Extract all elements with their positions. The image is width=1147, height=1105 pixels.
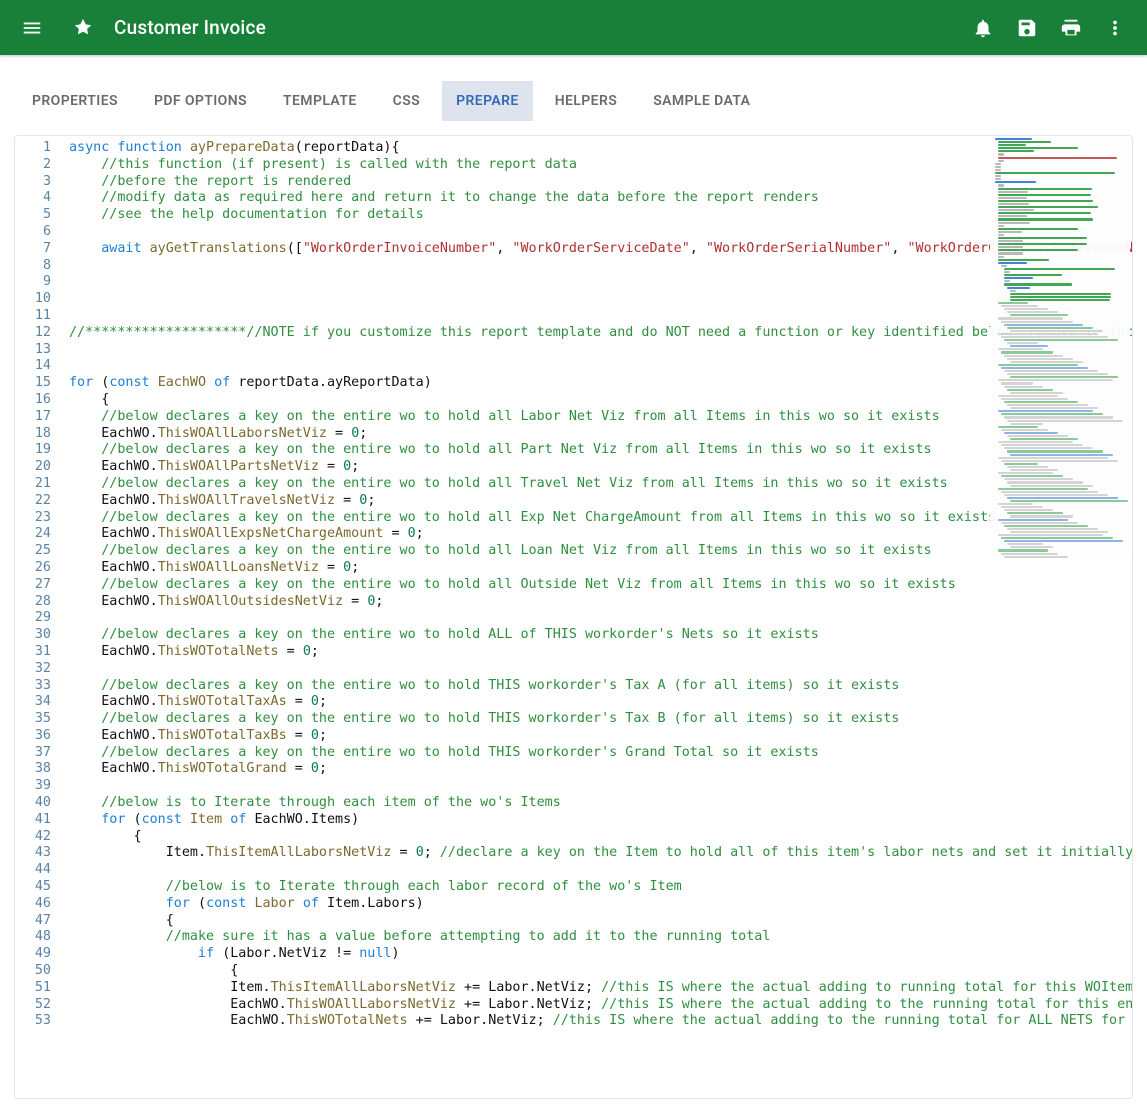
tab-pdfoptions[interactable]: PDF OPTIONS — [140, 81, 261, 121]
code-line: EachWO.ThisWOTotalTaxAs = 0; — [69, 694, 1132, 711]
tab-template[interactable]: TEMPLATE — [269, 81, 371, 121]
code-line: for (const EachWO of reportData.ayReport… — [69, 375, 1132, 392]
code-line — [69, 258, 1132, 275]
code-line: await ayGetTranslations(["WorkOrderInvoi… — [69, 241, 1132, 258]
code-line: //modify data as required here and retur… — [69, 190, 1132, 207]
code-line: EachWO.ThisWOAllOutsidesNetViz = 0; — [69, 594, 1132, 611]
tab-helpers[interactable]: HELPERS — [541, 81, 632, 121]
app-logo-icon — [68, 8, 98, 48]
minimap[interactable] — [990, 138, 1130, 558]
code-line: //below declares a key on the entire wo … — [69, 711, 1132, 728]
print-icon[interactable] — [1051, 8, 1091, 48]
code-line: { — [69, 829, 1132, 846]
code-line: //below declares a key on the entire wo … — [69, 577, 1132, 594]
code-line: Item.ThisItemAllLaborsNetViz = 0; //decl… — [69, 845, 1132, 862]
code-area[interactable]: async function ayPrepareData(reportData)… — [63, 136, 1132, 1098]
code-line — [69, 274, 1132, 291]
code-line: //below declares a key on the entire wo … — [69, 745, 1132, 762]
code-line: for (const Item of EachWO.Items) — [69, 812, 1132, 829]
code-line: EachWO.ThisWOTotalNets += Labor.NetViz; … — [69, 1013, 1132, 1030]
tab-prepare[interactable]: PREPARE — [442, 81, 533, 121]
code-line — [69, 224, 1132, 241]
code-line: Item.ThisItemAllLaborsNetViz += Labor.Ne… — [69, 980, 1132, 997]
tab-bar: PROPERTIESPDF OPTIONSTEMPLATECSSPREPAREH… — [0, 55, 1147, 121]
code-line: EachWO.ThisWOTotalTaxBs = 0; — [69, 728, 1132, 745]
code-line: { — [69, 963, 1132, 980]
line-gutter: 1234567891011121314151617181920212223242… — [15, 136, 63, 1098]
code-editor[interactable]: 1234567891011121314151617181920212223242… — [14, 135, 1133, 1099]
code-line — [69, 610, 1132, 627]
code-line: //below declares a key on the entire wo … — [69, 627, 1132, 644]
code-line: EachWO.ThisWOAllLaborsNetViz = 0; — [69, 426, 1132, 443]
code-line: //below declares a key on the entire wo … — [69, 510, 1132, 527]
code-line: //below declares a key on the entire wo … — [69, 409, 1132, 426]
menu-icon[interactable] — [12, 8, 52, 48]
code-line — [69, 778, 1132, 795]
code-line — [69, 661, 1132, 678]
code-line: { — [69, 913, 1132, 930]
code-line: //********************//NOTE if you cust… — [69, 325, 1132, 342]
code-line: //this function (if present) is called w… — [69, 157, 1132, 174]
code-line: //below declares a key on the entire wo … — [69, 476, 1132, 493]
save-icon[interactable] — [1007, 8, 1047, 48]
code-line: //see the help documentation for details — [69, 207, 1132, 224]
code-line: //below declares a key on the entire wo … — [69, 543, 1132, 560]
code-line: EachWO.ThisWOTotalGrand = 0; — [69, 761, 1132, 778]
notifications-icon[interactable] — [963, 8, 1003, 48]
code-line — [69, 358, 1132, 375]
code-line: for (const Labor of Item.Labors) — [69, 896, 1132, 913]
more-vert-icon[interactable] — [1095, 8, 1135, 48]
page-title: Customer Invoice — [114, 16, 266, 39]
code-line: //below declares a key on the entire wo … — [69, 678, 1132, 695]
code-line: EachWO.ThisWOAllLoansNetViz = 0; — [69, 560, 1132, 577]
code-line — [69, 291, 1132, 308]
code-line: if (Labor.NetViz != null) — [69, 946, 1132, 963]
code-line: //below is to Iterate through each item … — [69, 795, 1132, 812]
code-line: //before the report is rendered — [69, 174, 1132, 191]
code-line: //make sure it has a value before attemp… — [69, 929, 1132, 946]
code-line: EachWO.ThisWOTotalNets = 0; — [69, 644, 1132, 661]
code-line — [69, 308, 1132, 325]
code-line: EachWO.ThisWOAllLaborsNetViz += Labor.Ne… — [69, 997, 1132, 1014]
code-line: //below declares a key on the entire wo … — [69, 442, 1132, 459]
code-line: async function ayPrepareData(reportData)… — [69, 140, 1132, 157]
code-line — [69, 862, 1132, 879]
app-bar: Customer Invoice — [0, 0, 1147, 55]
code-line: EachWO.ThisWOAllPartsNetViz = 0; — [69, 459, 1132, 476]
code-line: //below is to Iterate through each labor… — [69, 879, 1132, 896]
tab-properties[interactable]: PROPERTIES — [18, 81, 132, 121]
code-line — [69, 342, 1132, 359]
tab-css[interactable]: CSS — [379, 81, 434, 121]
code-line: EachWO.ThisWOAllExpsNetChargeAmount = 0; — [69, 526, 1132, 543]
code-line: EachWO.ThisWOAllTravelsNetViz = 0; — [69, 493, 1132, 510]
tab-sampledata[interactable]: SAMPLE DATA — [639, 81, 764, 121]
code-line: { — [69, 392, 1132, 409]
